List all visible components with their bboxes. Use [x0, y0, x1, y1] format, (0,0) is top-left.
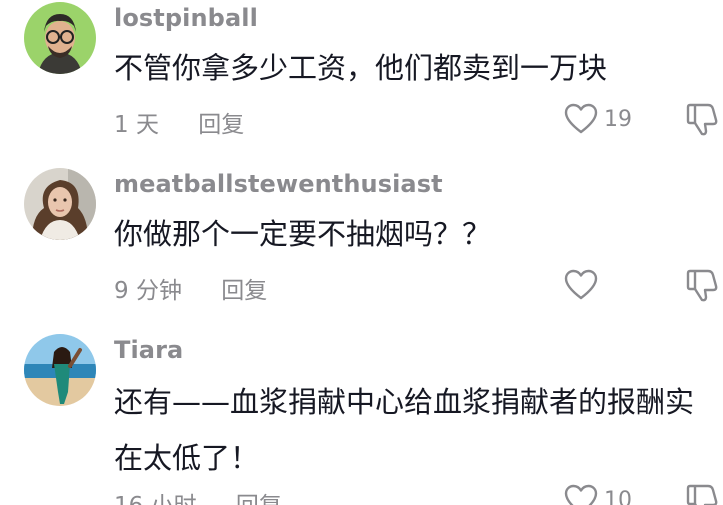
like-button[interactable]: 19 [564, 101, 632, 137]
comment-text: 还有——血浆捐献中心给血浆捐献者的报酬实在太低了！ [114, 385, 695, 475]
like-count: 19 [604, 106, 632, 132]
comment-text: 不管你拿多少工资，他们都卖到一万块 [114, 51, 608, 85]
username[interactable]: lostpinball [114, 4, 258, 32]
like-button[interactable] [564, 267, 604, 303]
reply-button[interactable]: 回复 [198, 112, 244, 138]
like-button[interactable]: 10 [564, 482, 632, 505]
comment-meta: 9 分钟 回复 [114, 271, 267, 305]
username[interactable]: meatballstewenthusiast [114, 170, 443, 198]
cartoon-man-avatar-icon [24, 2, 96, 74]
comment-item: lostpinball 不管你拿多少工资，他们都卖到一万块 1 天 回复 19 [0, 0, 723, 160]
comment-meta: 1 天 回复 [114, 105, 244, 139]
beach-photo-avatar-icon [24, 334, 96, 406]
comment-item: meatballstewenthusiast 你做那个一定要不抽烟吗？？ 9 分… [0, 166, 723, 326]
woman-selfie-avatar-icon [24, 168, 96, 240]
comment-time: 1 天 [114, 112, 159, 138]
comment-time: 16 小时 [114, 493, 197, 505]
like-count: 10 [604, 487, 632, 505]
heart-outline-icon [564, 484, 598, 505]
avatar[interactable] [24, 168, 96, 240]
comment-time: 9 分钟 [114, 278, 182, 304]
heart-outline-icon [564, 269, 598, 300]
thumbs-down-outline-icon[interactable] [684, 482, 720, 505]
comment-meta: 16 小时 回复 [114, 486, 282, 505]
heart-outline-icon [564, 103, 598, 134]
comment-item: Tiara 还有——血浆捐献中心给血浆捐献者的报酬实在太低了！ 16 小时 回复… [0, 332, 723, 505]
username[interactable]: Tiara [114, 336, 183, 364]
reply-button[interactable]: 回复 [221, 278, 267, 304]
reply-button[interactable]: 回复 [236, 493, 282, 505]
thumbs-down-outline-icon[interactable] [684, 267, 720, 303]
comment-list: lostpinball 不管你拿多少工资，他们都卖到一万块 1 天 回复 19 [0, 0, 723, 505]
comment-text: 你做那个一定要不抽烟吗？？ [114, 217, 492, 251]
avatar[interactable] [24, 2, 96, 74]
avatar[interactable] [24, 334, 96, 406]
thumbs-down-outline-icon[interactable] [684, 101, 720, 137]
